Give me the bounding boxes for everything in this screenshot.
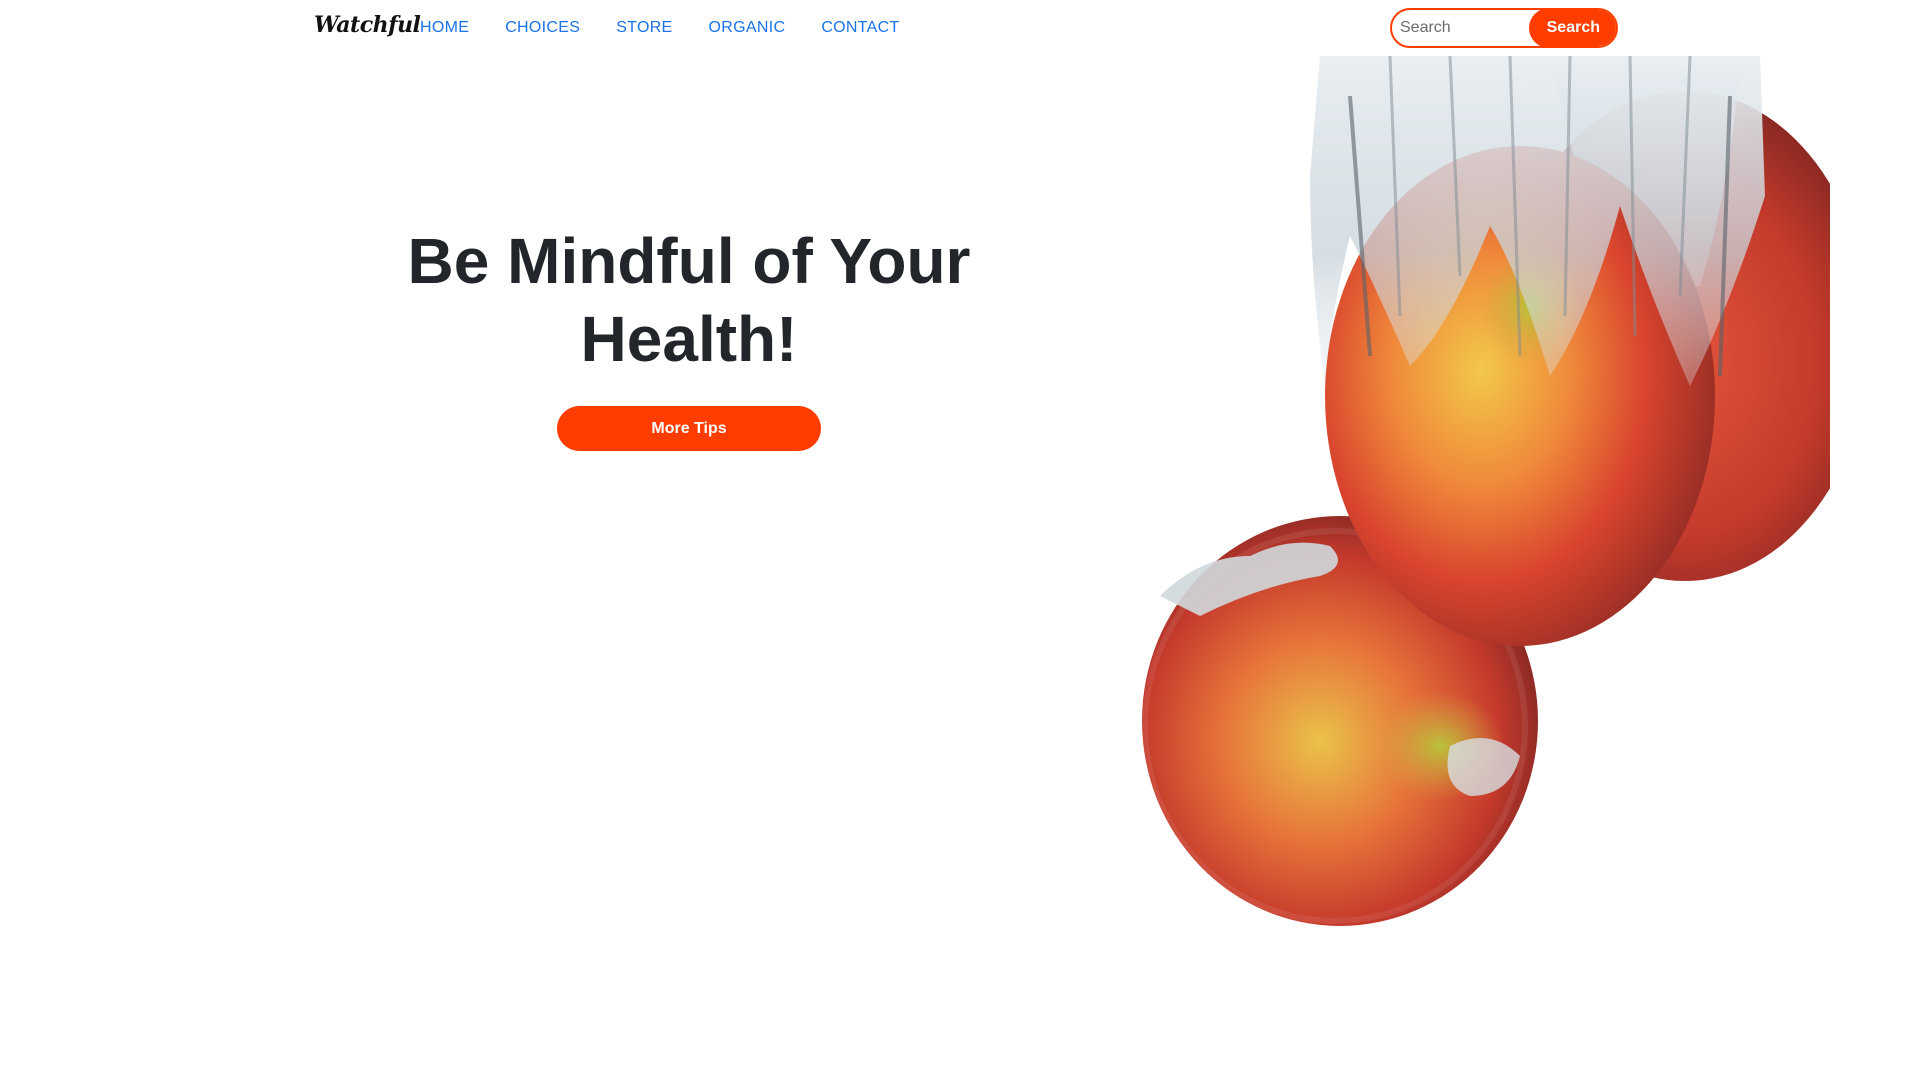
search-input[interactable] [1392,10,1529,46]
nav-item-home: HOME [420,17,469,37]
page: Watchful HOME CHOICES STORE ORGANIC CONT… [0,0,1920,1080]
nav-link-choices[interactable]: CHOICES [505,19,580,36]
search-form: Search [1390,8,1618,48]
nav-links: HOME CHOICES STORE ORGANIC CONTACT [420,17,900,37]
hero-section: Be Mindful of Your Health! More Tips [389,222,989,451]
nav-item-choices: CHOICES [505,17,580,37]
nav-item-contact: CONTACT [821,17,899,37]
nav-item-organic: ORGANIC [709,17,786,37]
hero-apples-image [1142,56,1830,926]
more-tips-button[interactable]: More Tips [557,406,821,451]
nav-link-contact[interactable]: CONTACT [821,19,899,36]
nav-link-store[interactable]: STORE [616,19,672,36]
brand-logo[interactable]: Watchful [314,12,421,38]
nav-link-home[interactable]: HOME [420,19,469,36]
hero-title: Be Mindful of Your Health! [407,225,971,375]
nav-link-organic[interactable]: ORGANIC [709,19,786,36]
navbar: Watchful HOME CHOICES STORE ORGANIC CONT… [0,0,1920,56]
search-button[interactable]: Search [1528,10,1616,46]
nav-item-store: STORE [616,17,672,37]
